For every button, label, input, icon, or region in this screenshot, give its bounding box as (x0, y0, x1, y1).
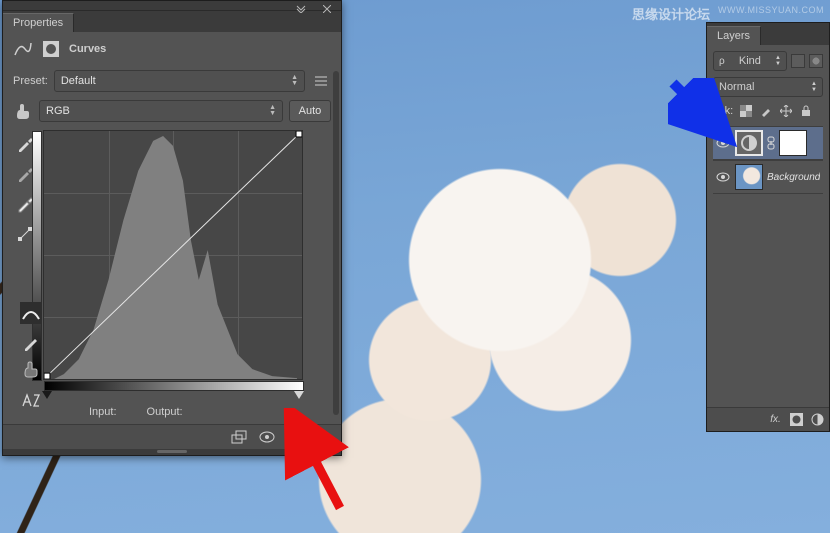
scrollbar[interactable] (333, 71, 339, 415)
lock-transparency-icon[interactable] (738, 103, 753, 118)
panel-footer (3, 424, 341, 449)
finger-icon[interactable] (13, 102, 33, 120)
chevron-updown-icon: ▲▼ (291, 75, 298, 87)
properties-panel: Properties Curves Preset: Default ▲▼ (2, 0, 342, 456)
close-icon[interactable] (317, 0, 337, 18)
chevron-updown-icon: ▲▼ (775, 55, 781, 67)
visibility-icon[interactable] (715, 169, 731, 185)
channel-select[interactable]: RGB ▲▼ (39, 100, 283, 122)
filter-adjust-icon[interactable] (809, 54, 823, 68)
panel-resize-grip[interactable] (3, 449, 341, 455)
lock-move-icon[interactable] (778, 103, 793, 118)
blend-mode-value: Normal (719, 81, 754, 93)
layers-footer: fx. (707, 407, 829, 431)
curve-line (44, 131, 302, 379)
tab-properties[interactable]: Properties (3, 13, 74, 32)
lock-label: ock: (713, 105, 733, 117)
preset-select[interactable]: Default ▲▼ (54, 70, 305, 92)
curve-draw-tools (18, 296, 44, 360)
layer-thumb-mask (779, 130, 807, 156)
adjustment-icon (13, 40, 33, 58)
layer-filter-value: Kind (739, 55, 761, 67)
visibility-icon[interactable] (715, 135, 731, 151)
curve-smooth-tools (18, 352, 44, 416)
curves-graph[interactable] (43, 130, 303, 380)
link-icon (767, 136, 775, 150)
watermark-text: 思缘设计论坛 (632, 4, 710, 23)
layer-thumb-image (735, 164, 763, 190)
input-label: Input: (89, 406, 117, 418)
pencil-tool-icon[interactable] (20, 332, 42, 354)
collapse-icon[interactable] (291, 0, 311, 18)
watermark-url: WWW.MISSYUAN.COM (718, 5, 824, 15)
reset-icon[interactable] (285, 429, 305, 445)
white-point-slider[interactable] (294, 391, 304, 399)
trash-icon[interactable] (313, 429, 333, 445)
curve-point-tool-icon[interactable] (20, 302, 42, 324)
add-mask-icon[interactable] (789, 412, 804, 427)
filter-pixel-icon[interactable] (791, 54, 805, 68)
layer-name: Background (767, 172, 820, 183)
panel-gripper[interactable] (3, 1, 341, 11)
preset-value: Default (61, 75, 96, 87)
fx-icon[interactable]: fx. (768, 412, 783, 427)
layer-background[interactable]: Background (713, 160, 823, 194)
output-label: Output: (147, 406, 183, 418)
channel-value: RGB (46, 105, 70, 117)
add-adjustment-icon[interactable] (810, 412, 825, 427)
auto-button[interactable]: Auto (289, 100, 331, 122)
input-gradient (44, 381, 304, 391)
lock-all-icon[interactable] (798, 103, 813, 118)
preset-menu-icon[interactable] (311, 72, 331, 90)
panel-title: Curves (69, 43, 106, 55)
layer-filter-select[interactable]: ρ Kind ▲▼ (713, 51, 787, 71)
blend-mode-select[interactable]: Normal ▲▼ (713, 77, 823, 97)
preset-label: Preset: (13, 75, 48, 87)
view-previous-icon[interactable] (257, 429, 277, 445)
clip-to-layer-icon[interactable] (229, 429, 249, 445)
layers-panel: Layers ρ Kind ▲▼ Normal ▲▼ ock: (706, 22, 830, 432)
text-annotation-icon[interactable] (20, 388, 42, 410)
layer-curves-adjustment[interactable] (713, 126, 823, 160)
lock-brush-icon[interactable] (758, 103, 773, 118)
mask-icon[interactable] (41, 40, 61, 58)
chevron-updown-icon: ▲▼ (269, 105, 276, 117)
chevron-updown-icon: ▲▼ (811, 81, 817, 93)
hand-smooth-icon[interactable] (20, 358, 42, 380)
layer-thumb-adjustment (735, 130, 763, 156)
tab-layers[interactable]: Layers (707, 26, 761, 45)
